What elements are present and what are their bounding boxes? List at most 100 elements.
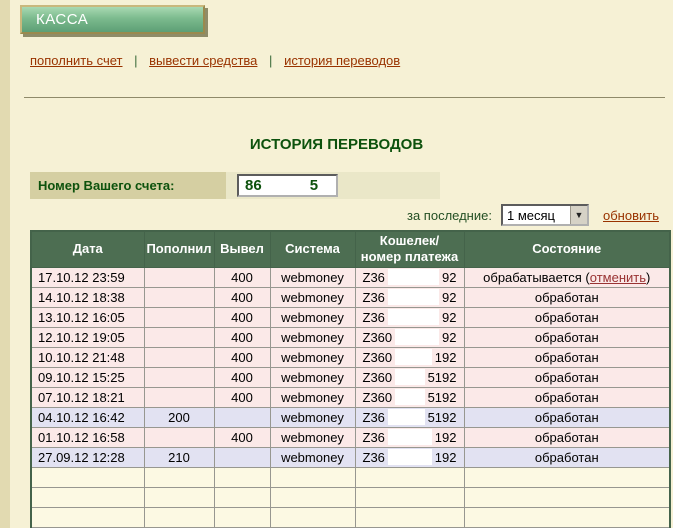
nav-separator: | (269, 53, 272, 68)
cell-deposit (144, 267, 214, 287)
table-row: 09.10.12 15:25 400 webmoney Z360 5192 об… (31, 367, 670, 387)
cell-wallet: Z36 192 (355, 447, 464, 467)
account-number-input[interactable]: 86 5 (237, 174, 338, 197)
cell-deposit (144, 307, 214, 327)
cell-date: 09.10.12 15:25 (31, 367, 144, 387)
table-row: 07.10.12 18:21 400 webmoney Z360 5192 об… (31, 387, 670, 407)
header-status: Состояние (464, 231, 670, 267)
cell-date: 07.10.12 18:21 (31, 387, 144, 407)
cell-system: webmoney (270, 407, 355, 427)
cell-status: обработан (464, 367, 670, 387)
table-row: 12.10.12 19:05 400 webmoney Z360 92 обра… (31, 327, 670, 347)
cell-deposit (144, 347, 214, 367)
status-text: обработан (535, 390, 599, 405)
period-select[interactable]: 1 месяц ▼ (501, 204, 589, 226)
account-label: Номер Вашего счета: (30, 178, 174, 193)
wallet-prefix: Z360 (363, 350, 393, 365)
chevron-down-icon[interactable]: ▼ (570, 206, 587, 224)
wallet-suffix: 192 (435, 450, 457, 465)
wallet-censor-block (388, 429, 432, 445)
period-filter-label: за последние: (407, 208, 492, 223)
cell-status: обработан (464, 347, 670, 367)
cell-status: обработан (464, 327, 670, 347)
cell-system: webmoney (270, 307, 355, 327)
cell-wallet: Z36 5192 (355, 407, 464, 427)
cell-status: обработан (464, 307, 670, 327)
cell-withdraw: 400 (214, 307, 270, 327)
cell-withdraw: 400 (214, 427, 270, 447)
nav-link-deposit[interactable]: пополнить счет (30, 53, 123, 68)
cell-date: 27.09.12 12:28 (31, 447, 144, 467)
page-left-margin-strip (0, 0, 10, 528)
refresh-link[interactable]: обновить (603, 208, 659, 223)
wallet-censor-block (388, 269, 439, 285)
wallet-suffix: 192 (435, 430, 457, 445)
cell-deposit (144, 427, 214, 447)
status-text: обработан (535, 350, 599, 365)
cell-system: webmoney (270, 327, 355, 347)
cell-date: 17.10.12 23:59 (31, 267, 144, 287)
cell-system: webmoney (270, 367, 355, 387)
cell-date: 14.10.12 18:38 (31, 287, 144, 307)
status-text: обработан (535, 410, 599, 425)
table-row: 04.10.12 16:42 200 webmoney Z36 5192 обр… (31, 407, 670, 427)
cell-date: 12.10.12 19:05 (31, 327, 144, 347)
cell-withdraw (214, 447, 270, 467)
cell-withdraw: 400 (214, 267, 270, 287)
table-row: 17.10.12 23:59 400 webmoney Z36 92 обраб… (31, 267, 670, 287)
status-text: обработан (535, 450, 599, 465)
header-withdraw: Вывел (214, 231, 270, 267)
cell-withdraw: 400 (214, 347, 270, 367)
wallet-censor-block (388, 289, 439, 305)
account-number-censor-block (262, 178, 310, 193)
wallet-censor-block (388, 409, 425, 425)
nav-link-history[interactable]: история переводов (284, 53, 400, 68)
wallet-prefix: Z36 (363, 310, 385, 325)
wallet-prefix: Z36 (363, 290, 385, 305)
wallet-censor-block (395, 369, 424, 385)
wallet-suffix: 5192 (428, 410, 457, 425)
wallet-censor-block (395, 329, 439, 345)
cell-system: webmoney (270, 427, 355, 447)
filter-row: за последние: 1 месяц ▼ обновить (0, 204, 673, 227)
wallet-suffix: 5192 (428, 390, 457, 405)
status-text: обработан (535, 310, 599, 325)
table-row: 27.09.12 12:28 210 webmoney Z36 192 обра… (31, 447, 670, 467)
wallet-suffix: 92 (442, 310, 456, 325)
cell-deposit (144, 287, 214, 307)
cancel-link[interactable]: отменить (590, 270, 646, 285)
cell-withdraw: 400 (214, 387, 270, 407)
account-label-cell: Номер Вашего счета: (30, 172, 226, 199)
wallet-suffix: 92 (442, 270, 456, 285)
cell-wallet: Z360 92 (355, 327, 464, 347)
table-row-empty (31, 487, 670, 507)
table-row: 14.10.12 18:38 400 webmoney Z36 92 обраб… (31, 287, 670, 307)
header-date: Дата (31, 231, 144, 267)
banner-title: КАССА (22, 11, 88, 28)
wallet-prefix: Z360 (363, 390, 393, 405)
table-header-row: Дата Пополнил Вывел Система Кошелек/ ном… (31, 231, 670, 267)
account-number-suffix: 5 (310, 177, 318, 194)
table-row: 10.10.12 21:48 400 webmoney Z360 192 обр… (31, 347, 670, 367)
cell-system: webmoney (270, 267, 355, 287)
cell-wallet: Z36 92 (355, 267, 464, 287)
table-row-empty (31, 467, 670, 487)
nav-link-withdraw[interactable]: вывести средства (149, 53, 257, 68)
wallet-censor-block (388, 449, 432, 465)
cell-wallet: Z36 92 (355, 307, 464, 327)
page-title: ИСТОРИЯ ПЕРЕВОДОВ (0, 136, 673, 153)
table-row: 13.10.12 16:05 400 webmoney Z36 92 обраб… (31, 307, 670, 327)
status-text: обработан (535, 290, 599, 305)
cell-status: обработан (464, 387, 670, 407)
status-paren-close: ) (646, 270, 650, 285)
header-deposit: Пополнил (144, 231, 214, 267)
cell-date: 13.10.12 16:05 (31, 307, 144, 327)
cell-system: webmoney (270, 347, 355, 367)
wallet-prefix: Z36 (363, 410, 385, 425)
cell-status: обработан (464, 427, 670, 447)
cell-deposit (144, 367, 214, 387)
account-input-cell: 86 5 (226, 172, 440, 199)
cell-wallet: Z360 5192 (355, 387, 464, 407)
wallet-censor-block (395, 349, 432, 365)
table-row: 01.10.12 16:58 400 webmoney Z36 192 обра… (31, 427, 670, 447)
